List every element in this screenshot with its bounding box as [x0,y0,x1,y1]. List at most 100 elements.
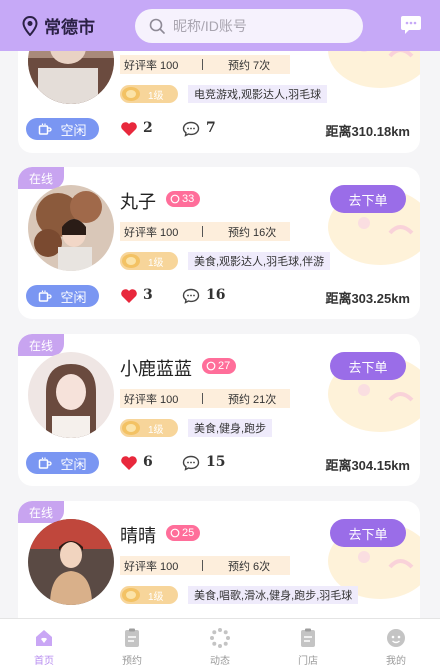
online-badge: 在线 [18,501,64,523]
medal-icon [122,588,140,602]
cup-icon [39,457,53,469]
order-count: 预约 16次 [228,226,277,239]
fans-badge: 33 [166,191,201,207]
fans-count: 27 [218,360,231,372]
companion-name: 晴晴 [120,526,156,546]
interest-tags: 美食,观影达人,羽毛球,伴游 [188,252,331,270]
avatar[interactable] [28,185,114,271]
fans-badge: 27 [202,358,237,374]
loading-icon [210,628,230,648]
order-button[interactable]: 去下单 [330,185,406,213]
tab-booking[interactable]: 预约 [88,619,176,668]
online-badge: 在线 [18,334,64,356]
level-badge: 1级 [120,419,178,437]
fans-badge: 25 [166,525,201,541]
avatar[interactable] [28,352,114,438]
location-selector[interactable]: 常德市 [22,13,95,38]
interest-tags: 美食,唱歌,滑冰,健身,跑步,羽毛球 [188,586,359,604]
avatar[interactable] [28,519,114,605]
interest-tags: 美食,健身,跑步 [188,419,273,437]
companion-card[interactable]: 在线 丸子 33 去下单 好评率 100 预约 16次 1级 美食,观影达人,羽… [18,167,420,319]
tab-label: 预约 [122,656,142,667]
fans-count: 33 [182,193,195,205]
interest-tags: 电竞游戏,观影达人,羽毛球 [188,85,328,103]
level-text: 1级 [148,591,164,603]
rating-text: 好评率 100 [124,393,179,406]
chat-bubble-icon [170,528,180,538]
rating-text: 好评率 100 [124,59,179,72]
location-pin-icon [22,15,38,36]
status-text: 空闲 [60,122,87,138]
comment-count: 16 [206,287,226,303]
search-icon [149,18,165,34]
medal-icon [122,87,140,101]
level-badge: 1级 [120,252,178,270]
fans-count: 25 [182,527,195,539]
tab-label: 门店 [298,656,318,667]
status-idle: 空闲 [26,118,99,140]
rating-text: 好评率 100 [124,560,179,573]
tab-feed[interactable]: 动态 [176,619,264,668]
tab-label: 动态 [210,656,230,667]
avatar-photo [28,519,114,605]
heart-icon[interactable] [120,288,138,304]
rating-box: 好评率 100 预约 6次 [120,556,290,575]
tab-profile[interactable]: 我的 [352,619,440,668]
comment-icon[interactable] [182,121,200,137]
like-count: 3 [143,287,153,303]
heart-icon[interactable] [120,121,138,137]
store-icon [301,628,315,647]
distance: 距离303.25km [325,291,410,306]
search-bar[interactable]: 昵称/ID账号 [135,8,363,43]
tab-label: 我的 [386,656,406,667]
home-icon [36,630,52,646]
level-badge: 1级 [120,85,178,103]
rating-box: 好评率 100 预约 21次 [120,389,290,408]
rating-box: 好评率 100 预约 7次 [120,55,290,74]
online-badge: 在线 [18,167,64,189]
city-name: 常德市 [44,18,95,37]
comment-icon[interactable] [182,288,200,304]
avatar-photo [28,185,114,271]
top-header: 常德市 昵称/ID账号 [0,0,440,51]
rating-box: 好评率 100 预约 16次 [120,222,290,241]
companion-card[interactable]: 在线 小鹿蓝蓝 27 去下单 好评率 100 预约 21次 1级 美食,健身,跑… [18,334,420,486]
distance: 距离310.18km [325,124,410,139]
order-count: 预约 7次 [228,59,271,72]
tab-store[interactable]: 门店 [264,619,352,668]
cup-icon [39,123,53,135]
order-button[interactable]: 去下单 [330,352,406,380]
like-count: 2 [143,120,153,136]
message-icon[interactable] [400,15,422,35]
companion-name: 丸子 [120,192,156,212]
cup-icon [39,290,53,302]
profile-icon [387,629,405,647]
chat-bubble-icon [206,361,216,371]
medal-icon [122,421,140,435]
order-button[interactable]: 去下单 [330,519,406,547]
chat-bubble-icon [170,194,180,204]
status-text: 空闲 [60,289,87,305]
heart-icon[interactable] [120,455,138,471]
comment-count: 15 [206,454,226,470]
search-placeholder: 昵称/ID账号 [173,17,247,34]
level-text: 1级 [148,424,164,436]
tab-home[interactable]: 首页 [0,619,88,668]
level-text: 1级 [148,90,164,102]
comment-icon[interactable] [182,455,200,471]
level-text: 1级 [148,257,164,269]
clipboard-icon [125,628,139,647]
level-badge: 1级 [120,586,178,604]
comment-count: 7 [206,120,216,136]
companion-name: 小鹿蓝蓝 [120,359,192,379]
distance: 距离304.15km [325,458,410,473]
tab-label: 首页 [34,656,54,667]
bottom-tab-bar: 首页 预约 动态 门店 我的 [0,618,440,668]
order-count: 预约 6次 [228,560,271,573]
order-count: 预约 21次 [228,393,277,406]
like-count: 6 [143,454,153,470]
medal-icon [122,254,140,268]
status-idle: 空闲 [26,285,99,307]
status-text: 空闲 [60,456,87,472]
avatar-photo [28,352,114,438]
